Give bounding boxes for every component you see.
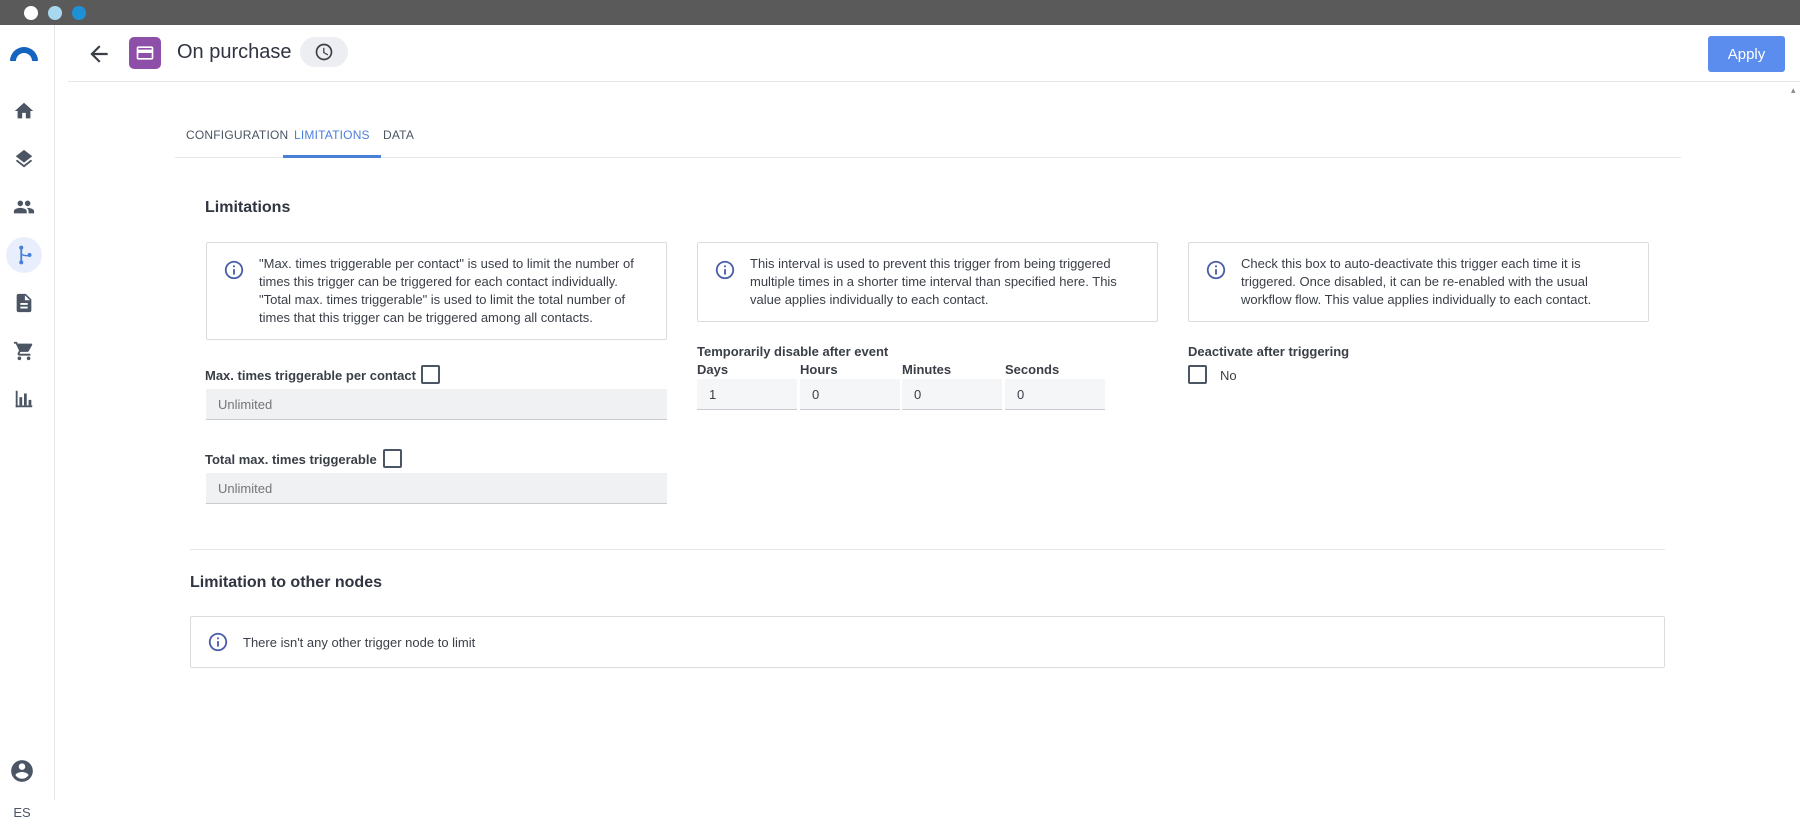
info-icon <box>223 259 245 281</box>
apply-button[interactable]: Apply <box>1708 36 1785 72</box>
other-nodes-info-box: There isn't any other trigger node to li… <box>190 616 1665 668</box>
interval-info-text: This interval is used to prevent this tr… <box>750 256 1117 307</box>
app-logo-icon[interactable] <box>8 43 40 63</box>
contacts-icon <box>13 200 35 214</box>
home-icon <box>14 102 34 119</box>
max-times-info-text: "Max. times triggerable per contact" is … <box>259 256 634 325</box>
interval-info-box: This interval is used to prevent this tr… <box>697 242 1158 322</box>
document-icon <box>16 293 32 313</box>
total-max-checkbox[interactable] <box>383 449 402 468</box>
other-nodes-info-text: There isn't any other trigger node to li… <box>243 635 476 650</box>
section-divider <box>190 549 1665 550</box>
max-per-contact-input[interactable] <box>206 389 667 420</box>
max-times-info-box: "Max. times triggerable per contact" is … <box>206 242 667 340</box>
max-per-contact-label: Max. times triggerable per contact <box>205 368 416 383</box>
user-avatar[interactable] <box>9 758 35 784</box>
sidebar: ES <box>0 25 55 820</box>
scroll-up-indicator[interactable]: ▴ <box>1791 85 1799 95</box>
sidebar-item-cart[interactable] <box>6 333 42 369</box>
deactivate-checkbox[interactable] <box>1188 365 1207 384</box>
credit-card-icon <box>136 46 154 60</box>
tab-configuration[interactable]: CONFIGURATION <box>175 120 299 158</box>
hours-input[interactable] <box>800 379 900 410</box>
clock-icon <box>315 43 333 61</box>
arrow-back-icon <box>90 45 108 63</box>
history-button[interactable] <box>300 37 348 67</box>
info-icon <box>714 259 736 281</box>
other-nodes-title: Limitation to other nodes <box>190 574 382 591</box>
sidebar-item-workflows[interactable] <box>6 237 42 273</box>
total-max-label: Total max. times triggerable <box>205 452 377 467</box>
window-maximize-button[interactable] <box>72 6 86 20</box>
account-circle-icon <box>11 760 33 782</box>
language-selector[interactable]: ES <box>0 805 44 820</box>
sidebar-item-home[interactable] <box>6 93 42 129</box>
sidebar-item-reports[interactable] <box>6 381 42 417</box>
max-per-contact-checkbox[interactable] <box>421 365 440 384</box>
deactivate-info-box: Check this box to auto-deactivate this t… <box>1188 242 1649 322</box>
back-button[interactable] <box>86 41 112 67</box>
node-type-badge <box>129 37 161 69</box>
cart-icon <box>13 341 33 361</box>
bar-chart-icon <box>15 390 33 408</box>
seconds-input[interactable] <box>1005 379 1105 410</box>
tab-limitations[interactable]: LIMITATIONS <box>283 120 381 158</box>
total-max-input[interactable] <box>206 473 667 504</box>
temp-disable-label: Temporarily disable after event <box>697 344 889 359</box>
tab-data[interactable]: DATA <box>372 120 425 158</box>
limitations-title: Limitations <box>205 199 291 216</box>
sidebar-item-documents[interactable] <box>6 285 42 321</box>
tab-bar: CONFIGURATION LIMITATIONS DATA <box>175 120 1681 158</box>
sidebar-item-layers[interactable] <box>6 141 42 177</box>
info-icon <box>207 631 229 653</box>
seconds-label: Seconds <box>1005 362 1060 377</box>
page-header: On purchase Apply ▴ <box>68 25 1800 95</box>
deactivate-info-text: Check this box to auto-deactivate this t… <box>1241 256 1592 307</box>
window-close-button[interactable] <box>24 6 38 20</box>
window-titlebar <box>0 0 1800 25</box>
layers-icon <box>15 149 33 168</box>
days-input[interactable] <box>697 379 797 410</box>
sidebar-item-contacts[interactable] <box>6 189 42 225</box>
minutes-label: Minutes <box>902 362 952 377</box>
days-label: Days <box>697 362 729 377</box>
hours-label: Hours <box>800 362 838 377</box>
workflow-icon <box>19 245 32 265</box>
info-icon <box>1205 259 1227 281</box>
deactivate-value-label: No <box>1220 368 1237 383</box>
minutes-input[interactable] <box>902 379 1002 410</box>
deactivate-label: Deactivate after triggering <box>1188 344 1350 359</box>
page-title: On purchase <box>177 41 292 63</box>
window-minimize-button[interactable] <box>48 6 62 20</box>
